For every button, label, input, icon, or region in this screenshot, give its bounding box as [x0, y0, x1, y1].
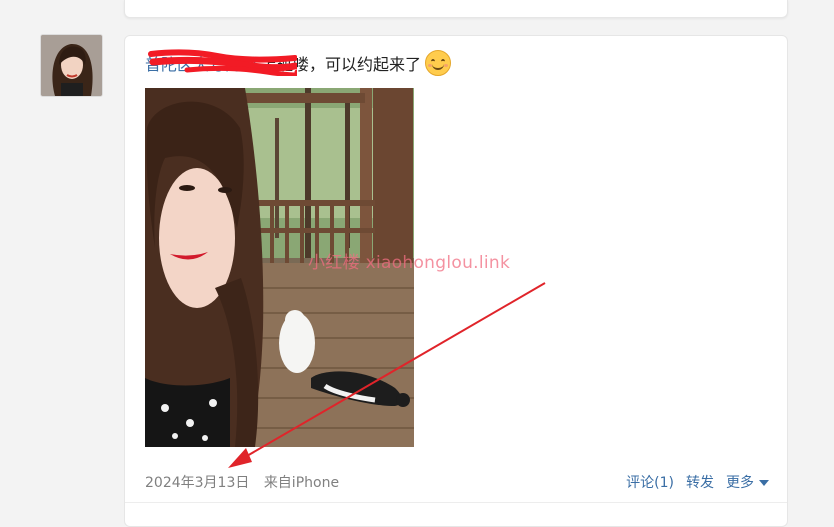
redaction-scribble	[148, 49, 297, 76]
comment-button[interactable]: 评论(1)	[626, 472, 674, 492]
chevron-down-icon	[759, 480, 769, 486]
post-meta: 2024年3月13日 来自iPhone	[145, 472, 339, 492]
post-source: 来自iPhone	[263, 475, 340, 491]
smile-emoji-icon	[425, 50, 452, 76]
card-divider	[125, 502, 787, 503]
watermark-text: 小红楼 xiaohonglou.link	[308, 253, 511, 273]
repost-button[interactable]: 转发	[686, 472, 714, 492]
more-label: 更多	[726, 475, 754, 491]
post-actions: 评论(1) 转发 更多	[626, 472, 769, 492]
avatar-image	[41, 35, 102, 96]
previous-post-card	[124, 0, 788, 18]
avatar[interactable]	[40, 34, 103, 97]
weibo-post-card: 普陀区大号门潜 上班喽，可以约起来了 小红楼 xiaohonglou.link …	[124, 35, 788, 527]
more-button[interactable]: 更多	[726, 472, 769, 492]
post-date[interactable]: 2024年3月13日	[145, 475, 249, 491]
